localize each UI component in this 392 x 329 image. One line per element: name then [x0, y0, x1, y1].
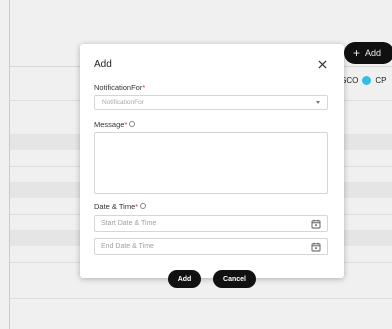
message-textarea[interactable] [94, 132, 328, 194]
notification-for-select[interactable]: NotificationFor [94, 95, 328, 110]
date-time-label-text: Date & Time [94, 202, 136, 211]
start-date-placeholder: Start Date & Time [101, 220, 157, 227]
end-date-placeholder: End Date & Time [101, 243, 154, 250]
modal-title: Add [94, 59, 112, 70]
info-icon [129, 121, 136, 128]
required-mark: * [142, 83, 146, 92]
add-notification-modal: Add NotificationFor* NotificationFor Mes… [80, 44, 344, 278]
message-label: Message* [94, 120, 136, 129]
notification-for-label-text: NotificationFor [94, 83, 143, 92]
date-time-label: Date & Time* [94, 202, 147, 211]
close-button[interactable] [316, 58, 328, 70]
notification-for-placeholder: NotificationFor [102, 99, 144, 106]
message-label-text: Message [94, 120, 125, 129]
start-date-input[interactable]: Start Date & Time [94, 215, 328, 232]
info-icon [140, 203, 147, 210]
end-date-input[interactable]: End Date & Time [94, 238, 328, 255]
required-mark: * [135, 202, 139, 211]
add-button[interactable]: Add [168, 270, 201, 288]
cancel-button[interactable]: Cancel [213, 270, 256, 288]
notification-for-label: NotificationFor* [94, 83, 145, 92]
close-icon [317, 59, 327, 69]
calendar-icon[interactable] [311, 242, 321, 252]
calendar-icon[interactable] [311, 219, 321, 229]
chevron-down-icon [316, 101, 320, 104]
required-mark: * [124, 120, 128, 129]
